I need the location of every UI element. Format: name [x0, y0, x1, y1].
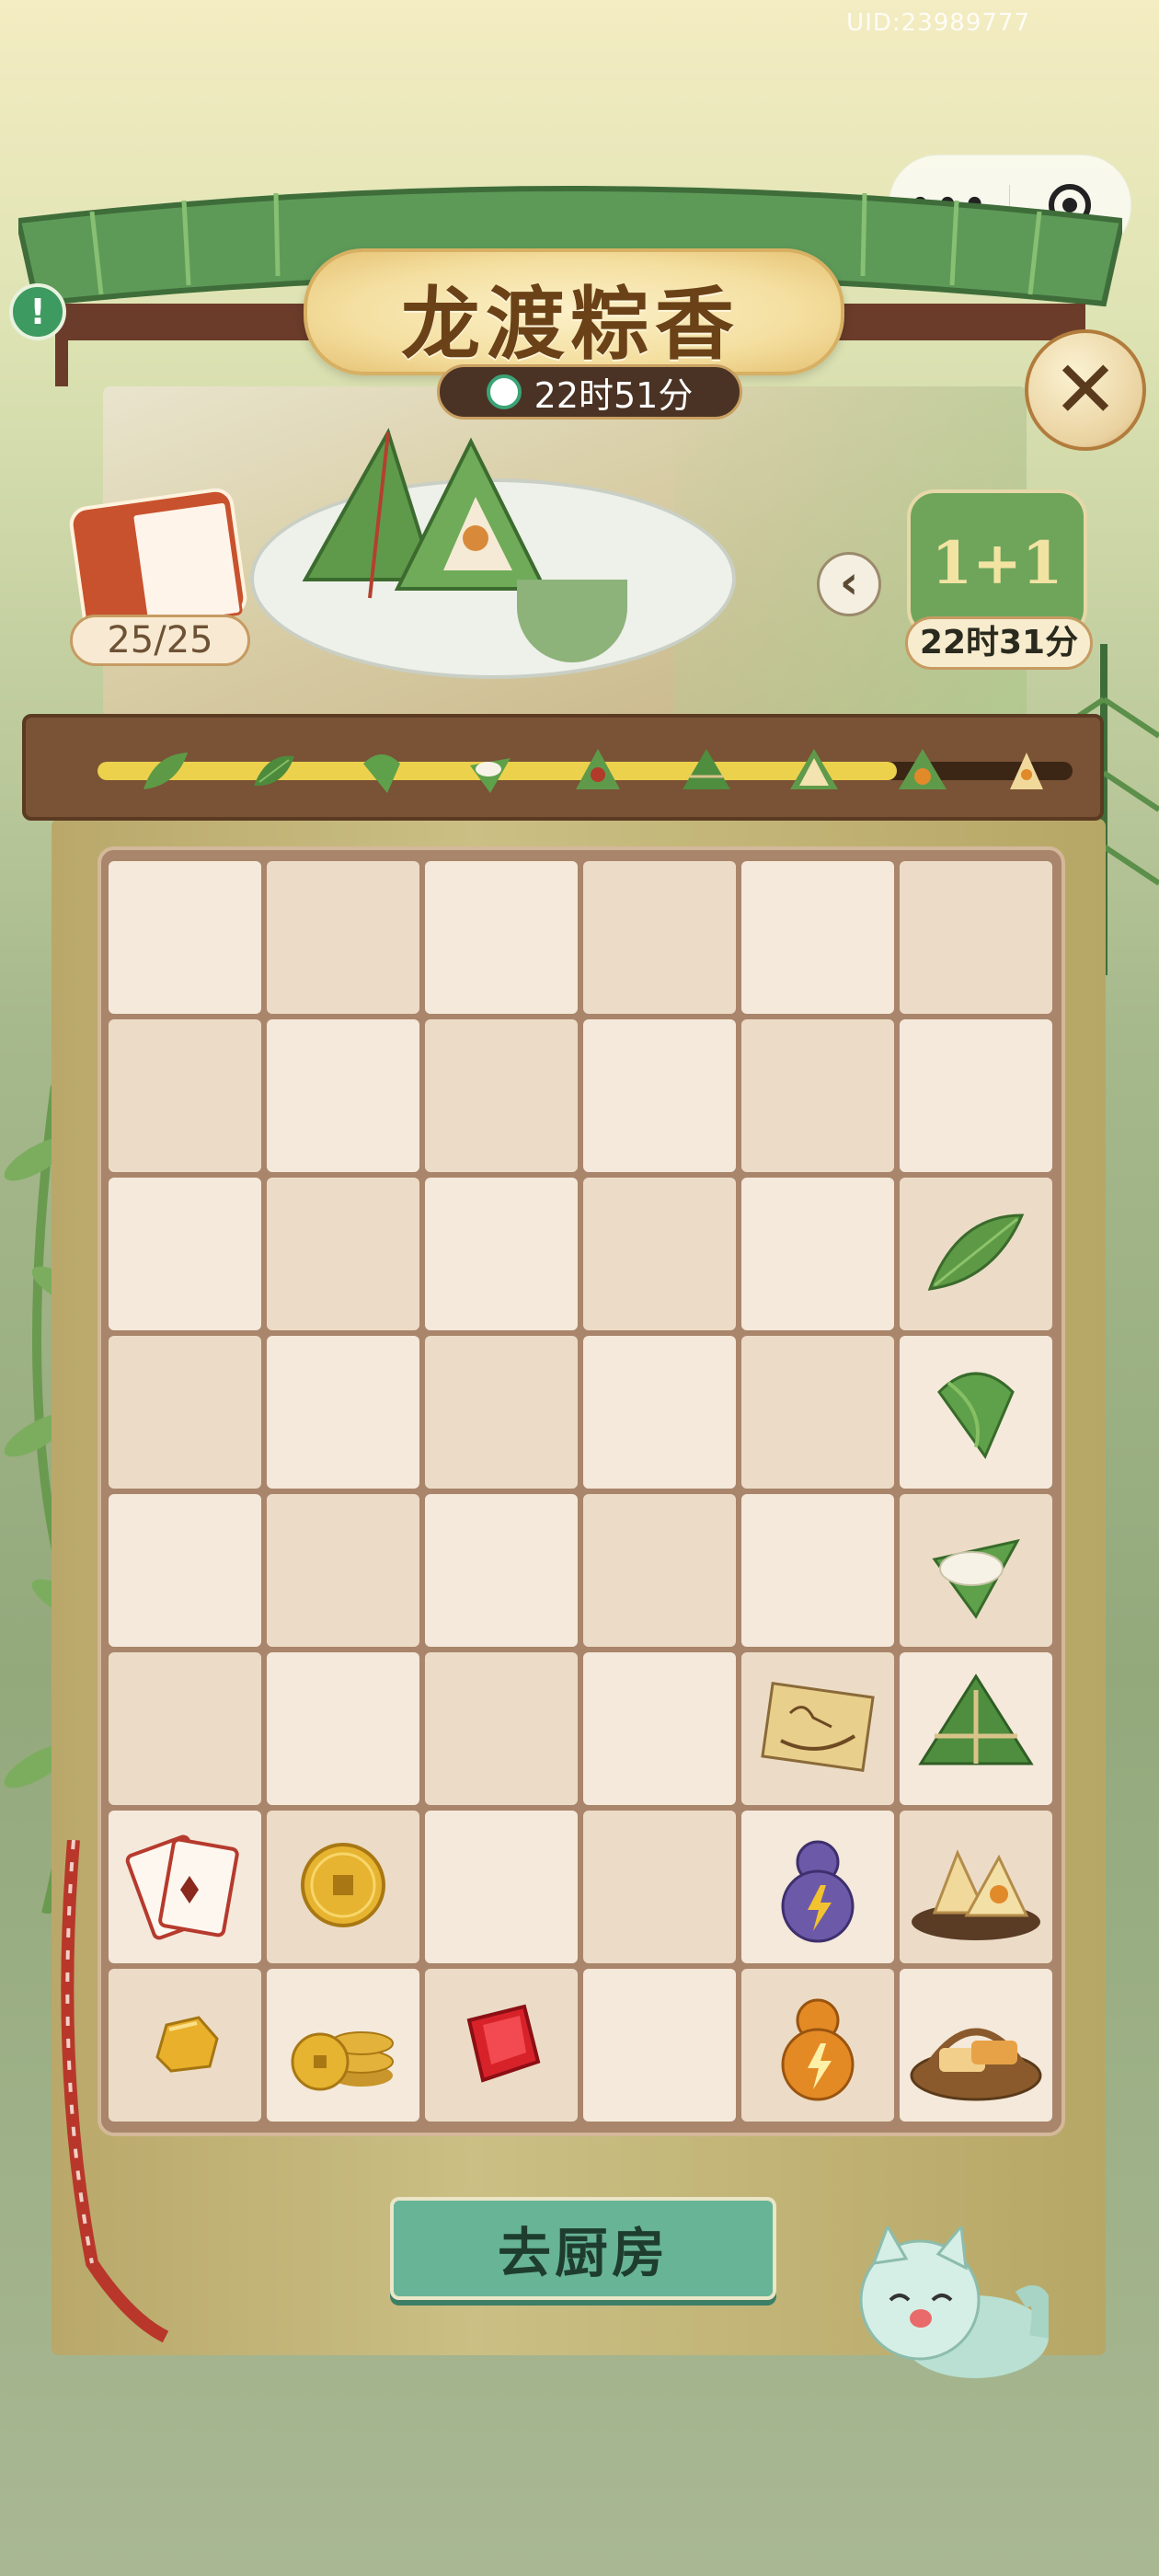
board-cell[interactable] — [741, 1336, 894, 1489]
merge-board-grid — [109, 861, 1052, 2122]
bamboo-leaf-icon[interactable] — [921, 1197, 1031, 1311]
board-cell[interactable] — [900, 1178, 1052, 1330]
board-cell[interactable] — [741, 1969, 894, 2122]
progress-step-egg-zongzi-icon — [893, 742, 952, 800]
board-cell[interactable] — [900, 1652, 1052, 1805]
red-gem-icon[interactable] — [451, 1993, 552, 2098]
board-cell[interactable] — [109, 861, 261, 1014]
progress-step-open-zongzi-icon — [1001, 742, 1060, 800]
progress-step-rice-leaf-icon — [461, 742, 520, 800]
progress-step-tied-zongzi-icon — [677, 742, 736, 800]
red-rope-decoration — [61, 1840, 169, 2343]
board-cell[interactable] — [741, 1494, 894, 1647]
ticket-card — [130, 500, 244, 628]
board-cell[interactable] — [900, 1969, 1052, 2122]
board-cell[interactable] — [900, 1494, 1052, 1647]
board-cell[interactable] — [267, 1811, 419, 1963]
board-cell[interactable] — [425, 1019, 578, 1172]
progress-step-yellow-zongzi-icon — [785, 742, 843, 800]
festival-scene — [103, 386, 1027, 718]
board-cell[interactable] — [267, 1019, 419, 1172]
gold-coin-icon[interactable] — [293, 1834, 394, 1939]
dragon-boat-scroll-icon[interactable] — [758, 1672, 878, 1786]
event-timer-text: 22时51分 — [534, 374, 694, 416]
board-cell[interactable] — [741, 1178, 894, 1330]
progress-step-folded-leaf-icon — [352, 742, 411, 800]
close-icon: ✕ — [1051, 344, 1119, 436]
board-cell[interactable] — [425, 861, 578, 1014]
event-timer: 22时51分 — [437, 364, 742, 420]
board-cell[interactable] — [900, 1336, 1052, 1489]
board-cell[interactable] — [900, 1811, 1052, 1963]
tied-zongzi-icon[interactable] — [916, 1672, 1036, 1786]
board-cell[interactable] — [267, 1178, 419, 1330]
board-cell[interactable] — [583, 1019, 736, 1172]
board-cell[interactable] — [583, 1336, 736, 1489]
board-cell[interactable] — [741, 1811, 894, 1963]
chevron-left-icon[interactable]: ‹ — [817, 552, 881, 616]
board-cell[interactable] — [425, 1494, 578, 1647]
cat-mascot — [859, 2226, 1049, 2378]
ticket-count: 25/25 — [70, 615, 250, 666]
go-to-kitchen-label: 去厨房 — [497, 2222, 669, 2284]
board-cell[interactable] — [583, 1652, 736, 1805]
board-cell[interactable] — [425, 1811, 578, 1963]
board-cell[interactable] — [583, 1178, 736, 1330]
purple-energy-gourd-icon[interactable] — [767, 1825, 868, 1949]
board-cell[interactable] — [267, 1336, 419, 1489]
progress-step-leaf-icon — [136, 742, 195, 800]
close-button[interactable]: ✕ — [1025, 329, 1146, 451]
board-cell[interactable] — [583, 1811, 736, 1963]
board-cell[interactable] — [425, 1336, 578, 1489]
bonus-event-label: 1+1 — [931, 528, 1063, 598]
board-cell[interactable] — [267, 861, 419, 1014]
board-cell[interactable] — [267, 1494, 419, 1647]
board-cell[interactable] — [425, 1178, 578, 1330]
zongzi-plate-icon[interactable] — [907, 1825, 1045, 1949]
bonus-event-badge[interactable]: 1+1 — [907, 489, 1087, 637]
board-cell[interactable] — [741, 1652, 894, 1805]
go-to-kitchen-button[interactable]: 去厨房 — [390, 2197, 776, 2300]
board-cell[interactable] — [583, 861, 736, 1014]
coin-stack-icon[interactable] — [283, 1988, 403, 2102]
folded-leaf-icon[interactable] — [921, 1355, 1031, 1469]
board-cell[interactable] — [109, 1336, 261, 1489]
board-cell[interactable] — [109, 1494, 261, 1647]
board-cell[interactable] — [267, 1969, 419, 2122]
board-cell[interactable] — [900, 1019, 1052, 1172]
board-cell[interactable] — [741, 861, 894, 1014]
user-id: UID:23989777 — [846, 9, 1030, 37]
board-cell[interactable] — [583, 1494, 736, 1647]
event-title: 龙渡粽香 — [401, 278, 740, 371]
info-icon[interactable]: ! — [9, 283, 66, 340]
board-cell[interactable] — [900, 861, 1052, 1014]
board-cell[interactable] — [425, 1969, 578, 2122]
board-cell[interactable] — [109, 1019, 261, 1172]
board-cell[interactable] — [741, 1019, 894, 1172]
zongzi-basket-icon[interactable] — [907, 1984, 1045, 2107]
board-cell[interactable] — [109, 1178, 261, 1330]
board-cell[interactable] — [267, 1652, 419, 1805]
progress-step-leaf-2-icon — [245, 742, 304, 800]
board-cell[interactable] — [425, 1652, 578, 1805]
orange-energy-gourd-icon[interactable] — [767, 1984, 868, 2107]
progress-step-date-zongzi-icon — [568, 742, 627, 800]
board-cell[interactable] — [109, 1652, 261, 1805]
clock-icon — [486, 374, 522, 409]
board-cell[interactable] — [583, 1969, 736, 2122]
rice-cone-icon[interactable] — [921, 1513, 1031, 1627]
